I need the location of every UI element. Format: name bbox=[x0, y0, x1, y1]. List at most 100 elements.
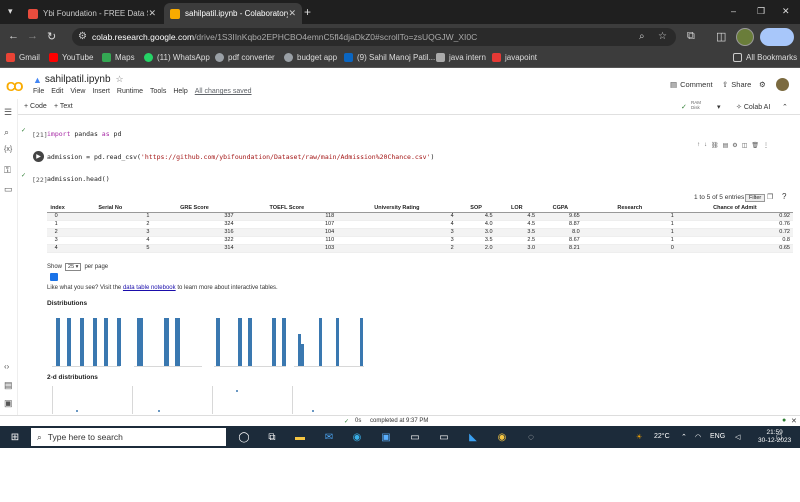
notifications-icon[interactable]: ▢ bbox=[776, 433, 783, 441]
data-table-notebook-link[interactable]: data table notebook bbox=[123, 285, 176, 291]
menu-insert[interactable]: Insert bbox=[92, 88, 110, 95]
notebook-title[interactable]: ▲ sahilpatil.ipynb ☆ bbox=[33, 74, 124, 85]
widgets-icon[interactable]: ⧉ bbox=[265, 430, 279, 444]
ram-disk-meter[interactable]: RAM Disk bbox=[691, 100, 701, 110]
column-header[interactable]: SOP bbox=[456, 204, 496, 213]
file-explorer-icon[interactable]: ▬ bbox=[293, 430, 307, 444]
menu-tools[interactable]: Tools bbox=[150, 88, 166, 95]
delete-icon[interactable]: 🗑 bbox=[751, 142, 759, 149]
colab-ai-button[interactable]: ✧ Colab AI bbox=[736, 103, 770, 111]
menu-runtime[interactable]: Runtime bbox=[117, 88, 143, 95]
settings-gear-icon[interactable]: ⚙ bbox=[759, 80, 766, 89]
code-cell[interactable]: ✓ [21] import pandas as pd bbox=[18, 127, 798, 141]
move-up-icon[interactable]: ↑ bbox=[697, 142, 700, 149]
column-header[interactable]: University Rating bbox=[337, 204, 457, 213]
search-icon[interactable]: ⌕ bbox=[4, 127, 9, 138]
add-code-button[interactable]: + Code bbox=[24, 103, 47, 110]
mail-icon[interactable]: ✉ bbox=[322, 430, 336, 444]
variables-icon[interactable]: {x} bbox=[4, 146, 12, 153]
bookmark-budget-app[interactable]: budget app bbox=[284, 53, 337, 62]
chevron-up-icon[interactable]: ⌃ bbox=[681, 433, 687, 441]
vscode-icon[interactable]: ◣ bbox=[466, 430, 480, 444]
chrome-icon[interactable]: ◉ bbox=[495, 430, 509, 444]
clock[interactable]: 21:59 30-12-2023 bbox=[758, 429, 791, 445]
taskbar-search-input[interactable]: ⌕ Type here to search bbox=[31, 428, 226, 446]
app-icon[interactable]: ▭ bbox=[437, 430, 451, 444]
menu-view[interactable]: View bbox=[70, 88, 85, 95]
toc-icon[interactable]: ☰ bbox=[4, 107, 12, 118]
code-cell[interactable]: ✓ [22] admission.head() bbox=[18, 172, 798, 186]
bookmark-pdf-converter[interactable]: pdf converter bbox=[215, 53, 275, 62]
runtime-status-dot-icon[interactable]: ● bbox=[782, 417, 786, 424]
bookmark-maps[interactable]: Maps bbox=[102, 53, 135, 62]
bookmark-whatsapp[interactable]: (11) WhatsApp bbox=[144, 53, 210, 62]
search-icon[interactable]: ⌕ bbox=[639, 31, 645, 42]
close-icon[interactable]: ✕ bbox=[791, 417, 797, 425]
runtime-dropdown-icon[interactable]: ▾ bbox=[717, 103, 721, 111]
secrets-key-icon[interactable]: ⚿ bbox=[4, 165, 11, 176]
settings-gear-icon[interactable]: ⚙ bbox=[732, 142, 737, 149]
menu-file[interactable]: File bbox=[33, 88, 44, 95]
cell-code[interactable]: admission = pd.read_csv('https://github.… bbox=[47, 153, 434, 161]
page-size-select[interactable]: 25 ▾ bbox=[65, 263, 82, 271]
collapse-icon[interactable]: ⌃ bbox=[782, 103, 788, 111]
more-icon[interactable]: ⋮ bbox=[763, 142, 769, 149]
tab-ybi[interactable]: Ybi Foundation - FREE Data Sci ✕ bbox=[22, 3, 162, 24]
code-cell[interactable]: ▶ admission = pd.read_csv('https://githu… bbox=[18, 150, 798, 164]
bookmark-gmail[interactable]: Gmail bbox=[6, 53, 40, 62]
column-header[interactable]: CGPA bbox=[538, 204, 583, 213]
distribution-plots[interactable]: · bbox=[46, 310, 376, 370]
close-icon[interactable]: ✕ bbox=[148, 8, 156, 19]
filter-button[interactable]: Filter bbox=[745, 194, 766, 202]
store-icon[interactable]: ▣ bbox=[379, 430, 393, 444]
window-close-icon[interactable]: ✕ bbox=[782, 6, 790, 17]
bookmark-java-intern[interactable]: java intern bbox=[436, 53, 486, 62]
convert-table-button[interactable] bbox=[50, 273, 58, 281]
url-input[interactable]: ⚙ colab.research.google.com /drive/1S3II… bbox=[72, 28, 676, 46]
site-info-icon[interactable]: ⚙ bbox=[78, 31, 87, 42]
bookmark-star-icon[interactable]: ☆ bbox=[658, 31, 667, 42]
scatter-plots[interactable] bbox=[46, 384, 376, 414]
column-header[interactable]: Research bbox=[582, 204, 677, 213]
profile-avatar[interactable] bbox=[736, 28, 754, 46]
run-cell-button[interactable]: ▶ bbox=[33, 151, 44, 162]
mirror-icon[interactable]: ◫ bbox=[742, 142, 748, 149]
save-status[interactable]: All changes saved bbox=[195, 88, 252, 95]
reload-icon[interactable]: ↻ bbox=[47, 30, 56, 43]
bookmark-javapoint[interactable]: javapoint bbox=[492, 53, 537, 62]
weather-temp[interactable]: 22°C bbox=[654, 433, 670, 440]
add-text-button[interactable]: + Text bbox=[54, 103, 73, 110]
extensions-icon[interactable]: ⧉ bbox=[687, 30, 695, 43]
command-palette-icon[interactable]: ▤ bbox=[4, 380, 13, 391]
comment-button[interactable]: ▤ Comment bbox=[670, 80, 713, 89]
speaker-icon[interactable]: ◁ bbox=[735, 433, 740, 441]
comment-icon[interactable]: ▤ bbox=[723, 142, 729, 149]
avatar[interactable] bbox=[776, 78, 789, 91]
copy-icon[interactable]: ❐ bbox=[767, 193, 773, 201]
link-icon[interactable]: ⛓ bbox=[711, 142, 719, 149]
bookmark-linkedin[interactable]: (9) Sahil Manoj Patil... bbox=[344, 53, 435, 62]
menu-edit[interactable]: Edit bbox=[51, 88, 63, 95]
code-snippets-icon[interactable]: ‹› bbox=[4, 362, 9, 371]
update-button[interactable] bbox=[760, 28, 794, 46]
language-indicator[interactable]: ENG bbox=[710, 433, 725, 440]
sidepanel-icon[interactable]: ◫ bbox=[716, 30, 726, 43]
bookmark-youtube[interactable]: YouTube bbox=[49, 53, 93, 62]
forward-icon[interactable]: → bbox=[27, 30, 38, 42]
back-icon[interactable]: ← bbox=[8, 30, 19, 42]
tab-colab[interactable]: sahilpatil.ipynb - Colaboratory ✕ bbox=[164, 3, 302, 24]
files-folder-icon[interactable]: ▭ bbox=[4, 184, 13, 195]
column-header[interactable]: TOEFL Score bbox=[236, 204, 338, 213]
share-button[interactable]: ⇧ Share bbox=[722, 80, 751, 89]
task-view-icon[interactable]: ◯ bbox=[237, 430, 251, 444]
cell-code[interactable]: import pandas as pd bbox=[47, 130, 121, 138]
terminal-icon[interactable]: ▣ bbox=[4, 398, 13, 409]
column-header[interactable]: Serial No bbox=[68, 204, 153, 213]
restore-icon[interactable]: ❐ bbox=[757, 6, 765, 17]
all-bookmarks[interactable]: All Bookmarks bbox=[733, 53, 797, 62]
tab-search-icon[interactable]: ▾ bbox=[8, 6, 13, 17]
move-down-icon[interactable]: ↓ bbox=[704, 142, 707, 149]
cell-code[interactable]: admission.head() bbox=[47, 175, 110, 183]
new-tab-button[interactable]: + bbox=[304, 5, 311, 19]
help-icon[interactable]: ? bbox=[782, 192, 786, 201]
